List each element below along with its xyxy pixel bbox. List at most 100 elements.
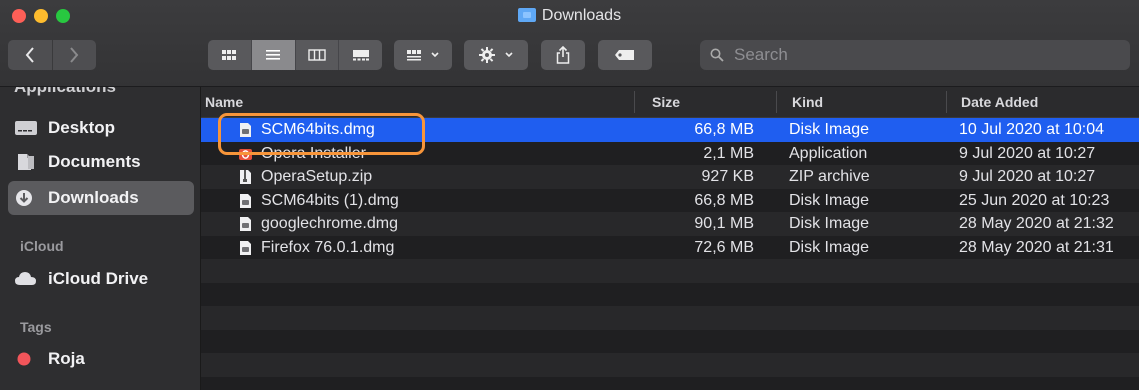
chevron-left-icon	[25, 47, 34, 63]
sidebar-item-downloads[interactable]: Downloads	[8, 181, 194, 215]
forward-button[interactable]	[51, 40, 97, 70]
file-name: Opera Installer	[261, 144, 366, 162]
table-row[interactable]: OperaSetup.zip 927 KB ZIP archive 9 Jul …	[201, 165, 1139, 189]
edit-tags-button[interactable]	[598, 40, 652, 70]
list-view-button[interactable]	[250, 40, 295, 70]
sidebar-item-label: Desktop	[48, 118, 116, 137]
documents-folder-icon	[14, 153, 38, 171]
file-date-added: 9 Jul 2020 at 10:27	[959, 144, 1096, 162]
file-size: 927 KB	[701, 168, 754, 185]
file-size: 2,1 MB	[703, 144, 754, 162]
column-header-name[interactable]: Name	[205, 94, 243, 110]
disk-image-icon	[240, 217, 251, 231]
file-name: SCM64bits.dmg	[261, 121, 375, 138]
file-size: 66,8 MB	[694, 191, 754, 209]
column-header-kind[interactable]: Kind	[792, 94, 823, 110]
sidebar-section-icloud: iCloud	[20, 238, 64, 254]
toolbar: Downloads	[0, 0, 1139, 87]
disk-image-icon	[240, 193, 251, 208]
file-name: OperaSetup.zip	[261, 168, 373, 185]
file-kind: Disk Image	[789, 215, 870, 232]
disk-image-icon	[240, 240, 251, 255]
view-mode-buttons	[208, 40, 382, 70]
list-view-icon	[266, 50, 281, 60]
table-row[interactable]: googlechrome.dmg 90,1 MB Disk Image 28 M…	[201, 212, 1139, 236]
group-by-button[interactable]	[394, 40, 452, 70]
file-date-added: 9 Jul 2020 at 10:27	[959, 168, 1096, 185]
file-date-added: 10 Jul 2020 at 10:04	[959, 121, 1105, 138]
window-title-text: Downloads	[541, 7, 622, 24]
file-date-added: 28 May 2020 at 21:32	[959, 215, 1114, 232]
share-button[interactable]	[541, 40, 585, 70]
chevron-right-icon	[70, 47, 79, 63]
window-title: Downloads	[0, 6, 1139, 26]
column-view-icon	[308, 49, 326, 61]
file-kind: Disk Image	[789, 238, 870, 256]
table-row[interactable]: SCM64bits (1).dmg 66,8 MB Disk Image 25 …	[201, 189, 1139, 213]
empty-row	[201, 353, 1139, 377]
sidebar: Applications Desktop Documents Downloads…	[0, 87, 201, 390]
column-divider[interactable]	[776, 91, 777, 113]
downloads-icon	[14, 189, 38, 207]
empty-row	[201, 306, 1139, 330]
back-button[interactable]	[8, 40, 52, 70]
search-input[interactable]	[732, 44, 1116, 66]
opera-app-icon	[239, 148, 252, 160]
sidebar-item-label: iCloud Drive	[48, 269, 149, 288]
tag-color-dot-icon	[14, 350, 38, 368]
group-by-icon	[407, 50, 421, 61]
column-header-row: Name Size Kind Date Added	[201, 87, 1139, 118]
file-kind: ZIP archive	[789, 168, 870, 185]
file-kind: Disk Image	[789, 191, 870, 209]
sidebar-item-documents[interactable]: Documents	[8, 145, 194, 179]
search-field[interactable]	[700, 40, 1130, 70]
file-list: Name Size Kind Date Added SCM64bits.dmg …	[201, 87, 1139, 390]
finder-window: Downloads Search Desktop Documents Downl…	[0, 0, 1139, 390]
sidebar-section-tags: Tags	[20, 319, 52, 335]
file-size: 66,8 MB	[694, 121, 754, 138]
sidebar-item-label: Documents	[48, 152, 141, 171]
empty-row	[201, 283, 1139, 307]
sidebar-item-label: Roja	[48, 349, 85, 368]
file-name: googlechrome.dmg	[261, 215, 398, 232]
chevron-down-icon	[431, 52, 439, 58]
action-button[interactable]	[464, 40, 528, 70]
file-rows: SCM64bits.dmg 66,8 MB Disk Image 10 Jul …	[201, 118, 1139, 377]
file-date-added: 28 May 2020 at 21:31	[959, 238, 1114, 256]
tag-icon	[615, 50, 634, 60]
empty-row	[201, 259, 1139, 283]
file-size: 90,1 MB	[694, 215, 754, 232]
file-kind: Disk Image	[789, 121, 870, 138]
empty-row	[201, 330, 1139, 354]
sidebar-item-label: Applications	[14, 87, 116, 96]
zip-archive-icon	[240, 170, 251, 184]
file-kind: Application	[789, 144, 868, 162]
icon-view-button[interactable]	[208, 40, 251, 70]
column-header-size[interactable]: Size	[652, 94, 680, 110]
column-view-button[interactable]	[294, 40, 339, 70]
share-icon	[556, 46, 570, 64]
file-size: 72,6 MB	[694, 238, 754, 256]
chevron-down-icon	[505, 52, 513, 58]
sidebar-item-tag-roja[interactable]: Roja	[8, 342, 194, 376]
file-name: Firefox 76.0.1.dmg	[261, 238, 395, 256]
gallery-view-button[interactable]	[338, 40, 382, 70]
gear-icon	[479, 47, 495, 63]
desktop-folder-icon	[14, 119, 38, 137]
sidebar-item-applications[interactable]: Applications	[14, 87, 116, 97]
sidebar-item-label: Downloads	[48, 188, 139, 207]
column-header-date-added[interactable]: Date Added	[961, 94, 1038, 110]
file-date-added: 25 Jun 2020 at 10:23	[959, 191, 1110, 209]
disk-image-icon	[240, 123, 251, 137]
search-icon	[710, 48, 724, 62]
sidebar-item-desktop[interactable]: Desktop	[8, 111, 194, 145]
sidebar-item-icloud-drive[interactable]: iCloud Drive	[8, 262, 194, 296]
downloads-folder-icon	[517, 8, 536, 22]
table-row[interactable]: Opera Installer 2,1 MB Application 9 Jul…	[201, 142, 1139, 166]
column-divider[interactable]	[946, 91, 947, 113]
table-row[interactable]: Firefox 76.0.1.dmg 72,6 MB Disk Image 28…	[201, 236, 1139, 260]
file-name: SCM64bits (1).dmg	[261, 191, 399, 209]
column-divider[interactable]	[634, 91, 635, 113]
table-row[interactable]: SCM64bits.dmg 66,8 MB Disk Image 10 Jul …	[201, 118, 1139, 142]
cloud-icon	[14, 270, 38, 288]
